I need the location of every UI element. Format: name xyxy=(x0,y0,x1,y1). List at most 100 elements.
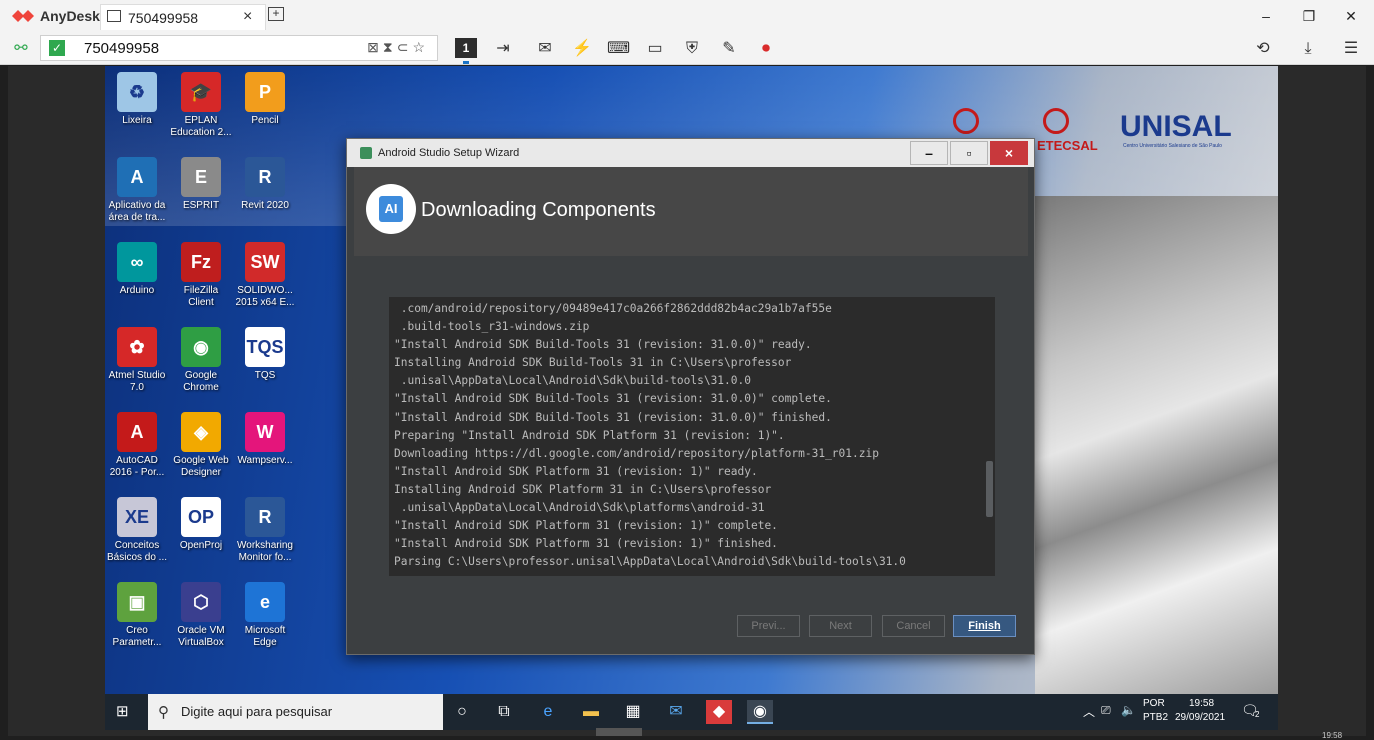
desktop-icon[interactable]: ♻ Lixeira xyxy=(105,72,169,127)
store-icon[interactable]: ▦ xyxy=(620,700,646,724)
desktop-icon[interactable]: ⬡ Oracle VM VirtualBox xyxy=(169,582,233,649)
address-bar-icons: ⊠⧗⊂☆ xyxy=(367,39,429,55)
android-studio-taskbar-icon[interactable]: ◉ xyxy=(747,700,773,724)
desktop-icon[interactable]: XE Conceitos Básicos do ... xyxy=(105,497,169,564)
wizard-maximize-button[interactable]: ▫ xyxy=(950,141,988,165)
console-line: Installing Android SDK Build-Tools 31 in… xyxy=(394,356,792,370)
atmel-icon: ✿ xyxy=(117,327,157,367)
close-window-button[interactable]: ✕ xyxy=(1328,4,1374,28)
desktop-icon[interactable]: E ESPRIT xyxy=(169,157,233,212)
clock-date[interactable]: 29/09/2021 xyxy=(1175,712,1225,723)
horizontal-scroll-thumb[interactable] xyxy=(596,728,642,736)
console-scrollbar[interactable] xyxy=(986,461,993,517)
desktop-icon[interactable]: ✿ Atmel Studio 7.0 xyxy=(105,327,169,394)
desktop-icon-label: Oracle VM VirtualBox xyxy=(177,625,225,648)
desktop-icon[interactable]: SW SOLIDWO... 2015 x64 E... xyxy=(233,242,297,309)
finish-button[interactable]: Finish xyxy=(953,615,1016,637)
console-line: Parsing C:\Users\professor.unisal\AppDat… xyxy=(394,555,906,569)
wizard-heading: Downloading Components xyxy=(421,199,656,221)
minimize-button[interactable]: – xyxy=(1243,4,1289,28)
cancel-button[interactable]: Cancel xyxy=(882,615,945,637)
console-line: Preparing "Install Android SDK Platform … xyxy=(394,428,785,442)
new-tab-button[interactable]: + xyxy=(268,7,284,21)
taskbar-search-box[interactable]: ⚲ Digite aqui para pesquisar xyxy=(148,694,443,730)
eplan-icon: 🎓 xyxy=(181,72,221,112)
desktop-icon[interactable]: ◉ Google Chrome xyxy=(169,327,233,394)
wizard-close-button[interactable]: × xyxy=(990,141,1028,165)
console-line: "Install Android SDK Build-Tools 31 (rev… xyxy=(394,410,832,424)
virtualbox-icon: ⬡ xyxy=(181,582,221,622)
desktop-icon[interactable]: A Aplicativo da área de tra... xyxy=(105,157,169,224)
anydesk-toolbar: ⚯ ✓ 750499958 ⊠⧗⊂☆ 1 ⇥ ✉ ⚡ ⌨ ▭ ⛨ ✎ ⏺ ⟲ ⤓… xyxy=(0,32,1374,65)
address-bar[interactable]: ✓ 750499958 ⊠⧗⊂☆ xyxy=(40,35,438,61)
chat-icon[interactable]: ✉ xyxy=(534,38,556,60)
autocad-icon: A xyxy=(117,412,157,452)
edge-taskbar-icon[interactable]: e xyxy=(535,700,561,724)
desktop-icon-label: EPLAN Education 2... xyxy=(170,115,232,138)
console-line: "Install Android SDK Build-Tools 31 (rev… xyxy=(394,338,812,352)
show-hidden-icons-chevron-icon[interactable]: ︿ xyxy=(1083,703,1095,720)
cortana-icon[interactable]: ○ xyxy=(449,700,475,724)
setup-wizard-window: Android Studio Setup Wizard – ▫ × AI Dow… xyxy=(346,138,1035,655)
next-button[interactable]: Next xyxy=(809,615,872,637)
console-line: .build-tools_r31-windows.zip xyxy=(394,320,590,334)
whiteboard-pen-icon[interactable]: ✎ xyxy=(718,38,740,60)
console-line: .com/android/repository/09489e417c0a266f… xyxy=(394,302,832,315)
desktop-icon[interactable]: A AutoCAD 2016 - Por... xyxy=(105,412,169,479)
windows-start-icon[interactable]: ⊞ xyxy=(116,704,132,720)
language-indicator[interactable]: POR xyxy=(1143,698,1165,709)
address-input[interactable]: 750499958 xyxy=(84,40,159,57)
desktop-icon[interactable]: OP OpenProj xyxy=(169,497,233,552)
desktop-icon[interactable]: 🎓 EPLAN Education 2... xyxy=(169,72,233,139)
clock-time[interactable]: 19:58 xyxy=(1189,698,1214,709)
desktop-icon[interactable]: W Wampserv... xyxy=(233,412,297,467)
desktop-icon-label: Pencil xyxy=(251,115,279,126)
actions-icon[interactable]: ⚡ xyxy=(571,38,593,60)
mail-icon[interactable]: ✉ xyxy=(663,700,689,724)
download-console[interactable]: .com/android/repository/09489e417c0a266f… xyxy=(389,297,995,576)
session-number-button[interactable]: 1 xyxy=(455,38,477,58)
menu-icon[interactable]: ☰ xyxy=(1340,38,1362,60)
taskbar-search-input[interactable]: Digite aqui para pesquisar xyxy=(181,704,332,719)
desktop-icon[interactable]: ◈ Google Web Designer xyxy=(169,412,233,479)
desktop-icon-label: Conceitos Básicos do ... xyxy=(106,540,168,563)
history-icon[interactable]: ⟲ xyxy=(1252,38,1274,60)
desktop-icon[interactable]: ▣ Creo Parametr... xyxy=(105,582,169,649)
desktop-icon[interactable]: e Microsoft Edge xyxy=(233,582,297,649)
download-icon[interactable]: ⤓ xyxy=(1297,38,1319,60)
keyboard-icon[interactable]: ⌨ xyxy=(607,38,630,60)
task-view-icon[interactable]: ⧉ xyxy=(491,700,517,724)
network-icon[interactable]: ⎚ xyxy=(1101,703,1111,718)
console-line: "Install Android SDK Platform 31 (revisi… xyxy=(394,519,778,533)
windows-taskbar: ⊞ ⚲ Digite aqui para pesquisar ○ ⧉ e ▬ ▦… xyxy=(105,694,1278,730)
unisal-logo-subtitle: Centro Universitário Salesiano de São Pa… xyxy=(1123,143,1222,149)
display-icon[interactable]: ▭ xyxy=(644,38,666,60)
wizard-title: Android Studio Setup Wizard xyxy=(378,147,520,159)
desktop-icon[interactable]: TQS TQS xyxy=(233,327,297,382)
desktop-icon-label: FileZilla Client xyxy=(183,285,219,308)
wizard-minimize-button[interactable]: – xyxy=(910,141,948,165)
wizard-body: .com/android/repository/09489e417c0a266f… xyxy=(354,256,1028,648)
desktop-icon[interactable]: R Worksharing Monitor fo... xyxy=(233,497,297,564)
arduino-icon: ∞ xyxy=(117,242,157,282)
desktop-icon[interactable]: R Revit 2020 xyxy=(233,157,297,212)
keyboard-layout[interactable]: PTB2 xyxy=(1143,712,1168,723)
desktop-icon[interactable]: ∞ Arduino xyxy=(105,242,169,297)
desktop-icon[interactable]: Fz FileZilla Client xyxy=(169,242,233,309)
file-transfer-icon[interactable]: ⇥ xyxy=(492,38,514,60)
desktop-icon-label: Wampserv... xyxy=(237,455,293,466)
file-explorer-icon[interactable]: ▬ xyxy=(578,700,604,724)
desktop-icon[interactable]: P Pencil xyxy=(233,72,297,127)
permissions-shield-icon[interactable]: ⛨ xyxy=(681,38,703,60)
close-tab-button[interactable]: × xyxy=(243,8,252,26)
maximize-button[interactable]: ❐ xyxy=(1286,4,1332,28)
previous-button[interactable]: Previ... xyxy=(737,615,800,637)
record-icon[interactable]: ⏺ xyxy=(755,38,777,60)
active-session-indicator xyxy=(463,61,469,64)
anydesk-taskbar-icon[interactable]: ◆ xyxy=(706,700,732,724)
desktop-icon-label: Lixeira xyxy=(122,115,152,126)
session-tab[interactable]: 750499958 × xyxy=(100,4,266,30)
volume-icon[interactable]: 🔈 xyxy=(1121,703,1136,717)
tqs-icon: TQS xyxy=(245,327,285,367)
chrome-icon: ◉ xyxy=(181,327,221,367)
